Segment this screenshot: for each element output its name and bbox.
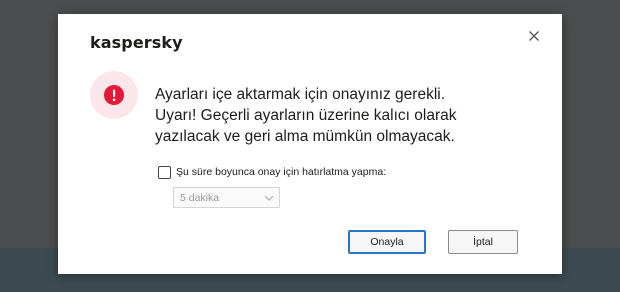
reminder-checkbox-label[interactable]: Şu süre boyunca onay için hatırlatma yap… bbox=[176, 166, 386, 178]
cancel-button[interactable]: İptal bbox=[448, 230, 518, 254]
reminder-option: Şu süre boyunca onay için hatırlatma yap… bbox=[158, 164, 386, 180]
duration-select[interactable]: 5 dakika bbox=[173, 187, 280, 208]
duration-select-value: 5 dakika bbox=[180, 192, 220, 204]
confirmation-dialog: kaspersky Ayarları içe aktarmak için ona… bbox=[58, 14, 562, 274]
message-line: yazılacak ve geri alma mümkün olmayacak. bbox=[155, 128, 455, 145]
kaspersky-logo: kaspersky bbox=[90, 33, 183, 52]
confirm-button[interactable]: Onayla bbox=[348, 230, 426, 254]
error-icon bbox=[104, 85, 124, 105]
close-button[interactable] bbox=[524, 26, 544, 46]
error-badge bbox=[90, 71, 138, 119]
reminder-checkbox[interactable] bbox=[158, 165, 171, 179]
chevron-down-icon bbox=[264, 194, 274, 202]
message-line: Ayarları içe aktarmak için onayınız gere… bbox=[155, 86, 446, 103]
close-icon bbox=[529, 31, 539, 41]
confirmation-message: Ayarları içe aktarmak için onayınız gere… bbox=[155, 84, 535, 147]
message-line: Uyarı! Geçerli ayarların üzerine kalıcı … bbox=[155, 107, 457, 124]
